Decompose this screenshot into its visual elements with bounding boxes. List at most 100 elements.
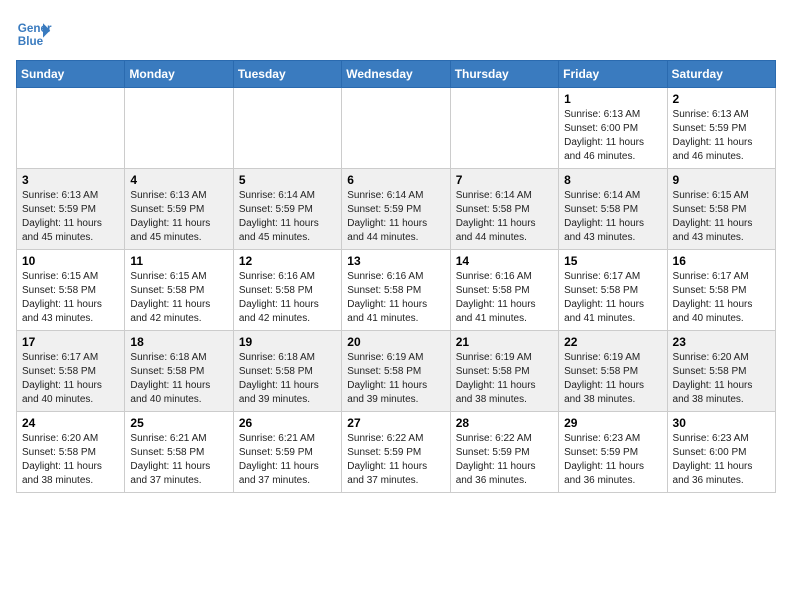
week-row-5: 24 Sunrise: 6:20 AMSunset: 5:58 PMDayligh…	[17, 412, 776, 493]
day-info: Sunrise: 6:16 AMSunset: 5:58 PMDaylight:…	[456, 270, 553, 326]
day-number: 11	[130, 254, 227, 268]
day-info: Sunrise: 6:15 AMSunset: 5:58 PMDaylight:…	[130, 270, 227, 326]
calendar-body: 1Sunrise: 6:13 AMSunset: 6:00 PMDaylight…	[17, 88, 776, 493]
day-info: Sunrise: 6:15 AMSunset: 5:58 PMDaylight:…	[673, 189, 770, 245]
weekday-header-wednesday: Wednesday	[342, 61, 450, 88]
calendar-cell: 3 Sunrise: 6:13 AMSunset: 5:59 PMDaylight…	[17, 169, 125, 250]
calendar-cell: 22Sunrise: 6:19 AMSunset: 5:58 PMDayligh…	[559, 331, 667, 412]
calendar-cell	[342, 88, 450, 169]
day-number: 18	[130, 335, 227, 349]
calendar-cell: 20 Sunrise: 6:19 AMSunset: 5:58 PMDayligh…	[342, 331, 450, 412]
calendar-cell: 24 Sunrise: 6:20 AMSunset: 5:58 PMDayligh…	[17, 412, 125, 493]
day-info: Sunrise: 6:22 AMSunset: 5:59 PMDaylight:…	[456, 432, 553, 488]
calendar-table: SundayMondayTuesdayWednesdayThursdayFrid…	[16, 60, 776, 493]
day-number: 8	[564, 173, 661, 187]
day-info: Sunrise: 6:17 AMSunset: 5:58 PMDaylight:…	[22, 351, 119, 407]
day-number: 27	[347, 416, 444, 430]
calendar-cell: 13 Sunrise: 6:16 AMSunset: 5:58 PMDayligh…	[342, 250, 450, 331]
day-number: 26	[239, 416, 336, 430]
day-info: Sunrise: 6:16 AMSunset: 5:58 PMDaylight:…	[239, 270, 336, 326]
calendar-cell: 17 Sunrise: 6:17 AMSunset: 5:58 PMDayligh…	[17, 331, 125, 412]
day-info: Sunrise: 6:14 AMSunset: 5:59 PMDaylight:…	[239, 189, 336, 245]
day-number: 23	[673, 335, 770, 349]
day-info: Sunrise: 6:15 AMSunset: 5:58 PMDaylight:…	[22, 270, 119, 326]
day-number: 3	[22, 173, 119, 187]
calendar-cell: 8 Sunrise: 6:14 AMSunset: 5:58 PMDaylight…	[559, 169, 667, 250]
day-number: 19	[239, 335, 336, 349]
day-info: Sunrise: 6:20 AMSunset: 5:58 PMDaylight:…	[22, 432, 119, 488]
weekday-header-friday: Friday	[559, 61, 667, 88]
weekday-header-tuesday: Tuesday	[233, 61, 341, 88]
calendar-cell: 6 Sunrise: 6:14 AMSunset: 5:59 PMDaylight…	[342, 169, 450, 250]
day-number: 10	[22, 254, 119, 268]
calendar-cell: 21 Sunrise: 6:19 AMSunset: 5:58 PMDayligh…	[450, 331, 558, 412]
day-info: Sunrise: 6:19 AMSunset: 5:58 PMDaylight:…	[347, 351, 444, 407]
day-number: 30	[673, 416, 770, 430]
day-number: 7	[456, 173, 553, 187]
weekday-header-row: SundayMondayTuesdayWednesdayThursdayFrid…	[17, 61, 776, 88]
calendar-cell: 23 Sunrise: 6:20 AMSunset: 5:58 PMDayligh…	[667, 331, 775, 412]
calendar-cell: 7Sunrise: 6:14 AMSunset: 5:58 PMDaylight…	[450, 169, 558, 250]
calendar-cell: 29Sunrise: 6:23 AMSunset: 5:59 PMDayligh…	[559, 412, 667, 493]
weekday-header-sunday: Sunday	[17, 61, 125, 88]
calendar-cell: 26 Sunrise: 6:21 AMSunset: 5:59 PMDayligh…	[233, 412, 341, 493]
week-row-2: 3 Sunrise: 6:13 AMSunset: 5:59 PMDaylight…	[17, 169, 776, 250]
weekday-header-saturday: Saturday	[667, 61, 775, 88]
day-info: Sunrise: 6:21 AMSunset: 5:58 PMDaylight:…	[130, 432, 227, 488]
calendar-cell: 28Sunrise: 6:22 AMSunset: 5:59 PMDayligh…	[450, 412, 558, 493]
day-number: 17	[22, 335, 119, 349]
calendar-cell: 14 Sunrise: 6:16 AMSunset: 5:58 PMDayligh…	[450, 250, 558, 331]
day-number: 13	[347, 254, 444, 268]
day-number: 25	[130, 416, 227, 430]
week-row-3: 10 Sunrise: 6:15 AMSunset: 5:58 PMDayligh…	[17, 250, 776, 331]
calendar-cell: 16 Sunrise: 6:17 AMSunset: 5:58 PMDayligh…	[667, 250, 775, 331]
calendar-cell	[450, 88, 558, 169]
day-info: Sunrise: 6:13 AMSunset: 6:00 PMDaylight:…	[564, 108, 661, 164]
day-info: Sunrise: 6:18 AMSunset: 5:58 PMDaylight:…	[239, 351, 336, 407]
calendar-cell: 18 Sunrise: 6:18 AMSunset: 5:58 PMDayligh…	[125, 331, 233, 412]
day-info: Sunrise: 6:20 AMSunset: 5:58 PMDaylight:…	[673, 351, 770, 407]
day-number: 20	[347, 335, 444, 349]
day-info: Sunrise: 6:14 AMSunset: 5:58 PMDaylight:…	[564, 189, 661, 245]
calendar-cell: 15 Sunrise: 6:17 AMSunset: 5:58 PMDayligh…	[559, 250, 667, 331]
day-number: 6	[347, 173, 444, 187]
svg-text:Blue: Blue	[18, 35, 44, 48]
logo-icon: General Blue	[16, 16, 52, 52]
week-row-1: 1Sunrise: 6:13 AMSunset: 6:00 PMDaylight…	[17, 88, 776, 169]
day-info: Sunrise: 6:13 AMSunset: 5:59 PMDaylight:…	[673, 108, 770, 164]
weekday-header-monday: Monday	[125, 61, 233, 88]
calendar-cell: 19 Sunrise: 6:18 AMSunset: 5:58 PMDayligh…	[233, 331, 341, 412]
day-number: 2	[673, 92, 770, 106]
day-number: 5	[239, 173, 336, 187]
week-row-4: 17 Sunrise: 6:17 AMSunset: 5:58 PMDayligh…	[17, 331, 776, 412]
day-number: 4	[130, 173, 227, 187]
day-info: Sunrise: 6:19 AMSunset: 5:58 PMDaylight:…	[456, 351, 553, 407]
day-info: Sunrise: 6:17 AMSunset: 5:58 PMDaylight:…	[564, 270, 661, 326]
calendar-cell: 12Sunrise: 6:16 AMSunset: 5:58 PMDayligh…	[233, 250, 341, 331]
day-number: 21	[456, 335, 553, 349]
day-number: 29	[564, 416, 661, 430]
calendar-cell: 4 Sunrise: 6:13 AMSunset: 5:59 PMDaylight…	[125, 169, 233, 250]
calendar-cell: 30Sunrise: 6:23 AMSunset: 6:00 PMDayligh…	[667, 412, 775, 493]
calendar-cell: 25 Sunrise: 6:21 AMSunset: 5:58 PMDayligh…	[125, 412, 233, 493]
day-number: 24	[22, 416, 119, 430]
day-info: Sunrise: 6:18 AMSunset: 5:58 PMDaylight:…	[130, 351, 227, 407]
day-info: Sunrise: 6:13 AMSunset: 5:59 PMDaylight:…	[22, 189, 119, 245]
logo: General Blue	[16, 16, 52, 52]
calendar-cell: 9Sunrise: 6:15 AMSunset: 5:58 PMDaylight…	[667, 169, 775, 250]
day-number: 15	[564, 254, 661, 268]
day-info: Sunrise: 6:17 AMSunset: 5:58 PMDaylight:…	[673, 270, 770, 326]
day-info: Sunrise: 6:19 AMSunset: 5:58 PMDaylight:…	[564, 351, 661, 407]
page-header: General Blue	[16, 16, 776, 52]
calendar-cell: 1Sunrise: 6:13 AMSunset: 6:00 PMDaylight…	[559, 88, 667, 169]
day-number: 16	[673, 254, 770, 268]
day-info: Sunrise: 6:14 AMSunset: 5:59 PMDaylight:…	[347, 189, 444, 245]
calendar-cell: 27 Sunrise: 6:22 AMSunset: 5:59 PMDayligh…	[342, 412, 450, 493]
weekday-header-thursday: Thursday	[450, 61, 558, 88]
day-info: Sunrise: 6:13 AMSunset: 5:59 PMDaylight:…	[130, 189, 227, 245]
calendar-cell	[17, 88, 125, 169]
day-info: Sunrise: 6:21 AMSunset: 5:59 PMDaylight:…	[239, 432, 336, 488]
day-number: 14	[456, 254, 553, 268]
day-info: Sunrise: 6:16 AMSunset: 5:58 PMDaylight:…	[347, 270, 444, 326]
day-info: Sunrise: 6:22 AMSunset: 5:59 PMDaylight:…	[347, 432, 444, 488]
